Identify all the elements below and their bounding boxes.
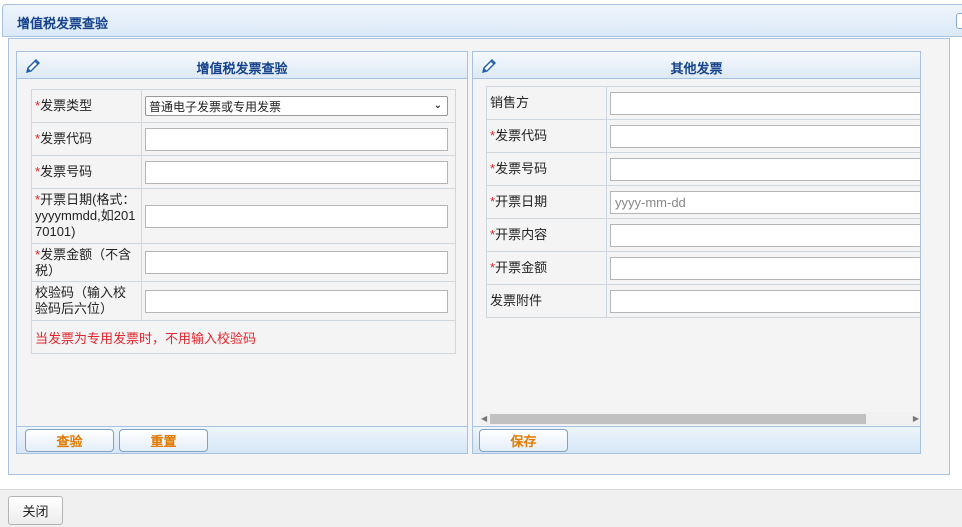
other-issue-date-input[interactable] [610,190,920,214]
form-row: *发票代码 [486,119,920,153]
invoice-number-input[interactable] [145,160,448,184]
field-label: *发票代码 [31,122,142,156]
other-form-table: 销售方 *发票代码 *发票号码 *开票日期 *开票内容 *开票金额 [486,86,920,318]
seller-input[interactable] [610,91,920,115]
invoice-type-value: 普通电子发票或专用发票 [149,99,282,114]
window-title: 增值税发票查验 [17,16,109,31]
field-label: *发票号码 [31,155,142,189]
scrollbar-thumb[interactable] [490,414,866,424]
invoice-amount-label: 开票金额 [495,260,548,275]
field-label: 销售方 [486,86,607,120]
field-label: *开票日期(格式：yyyymmdd,如20170101) [31,188,142,244]
window-tool-button[interactable] [956,13,962,29]
form-row: 校验码（输入校验码后六位） [31,281,456,321]
form-row: *发票号码 [31,155,456,189]
panel-header: 其他发票 [473,52,920,79]
close-button[interactable]: 关闭 [8,496,63,525]
window-titlebar: 增值税发票查验 [2,4,962,37]
field-label: *开票内容 [486,218,607,252]
form-row: 销售方 [486,86,920,120]
field-cell [141,188,456,244]
field-cell [606,152,920,186]
panel-title: 其他发票 [670,61,723,76]
field-label: *开票金额 [486,251,607,285]
other-invoice-panel: 其他发票 销售方 *发票代码 *发票号码 *开票日期 *开票内容 [472,51,921,454]
form-row: *开票内容 [486,218,920,252]
field-label: 发票附件 [486,284,607,318]
field-cell [606,185,920,219]
issue-date-label: 开票日期 [495,194,548,209]
invoice-amount-input[interactable] [145,251,448,274]
field-cell [606,218,920,252]
form-row: *发票类型 普通电子发票或专用发票 ⌄ [31,89,456,123]
check-button[interactable]: 查验 [25,429,114,452]
panel-footer: 保存 [473,426,920,453]
field-label: *发票号码 [486,152,607,186]
form-row: *开票金额 [486,251,920,285]
vat-invoice-panel: 增值税发票查验 *发票类型 普通电子发票或专用发票 ⌄ *发票代码 *发票号码 [16,51,468,454]
field-cell [141,281,456,321]
field-cell: 普通电子发票或专用发票 ⌄ [141,89,456,123]
field-label: *发票代码 [486,119,607,153]
attachment-input[interactable] [610,289,920,313]
invoice-code-label: 发票代码 [40,131,93,146]
save-button[interactable]: 保存 [479,429,568,452]
field-cell [141,122,456,156]
form-row: 发票附件 [486,284,920,318]
field-label: *发票类型 [31,89,142,123]
form-row: *开票日期 [486,185,920,219]
invoice-content-input[interactable] [610,223,920,247]
chevron-down-icon: ⌄ [433,100,442,111]
field-label: *开票日期 [486,185,607,219]
issue-date-label: 开票日期(格式：yyyymmdd,如20170101) [35,192,136,239]
panel-footer: 查验 重置 [17,426,467,453]
invoice-content-label: 开票内容 [495,227,548,242]
form-row: *发票代码 [31,122,456,156]
horizontal-scrollbar[interactable]: ◀ ▶ [480,412,920,425]
form-row: *发票金额（不含税） [31,243,456,282]
field-cell [606,251,920,285]
field-cell [606,86,920,120]
invoice-type-label: 发票类型 [40,98,93,113]
invoice-number-label: 发票号码 [495,161,548,176]
form-row: *开票日期(格式：yyyymmdd,如20170101) [31,188,456,244]
field-cell [141,155,456,189]
form-row: *发票号码 [486,152,920,186]
attachment-label: 发票附件 [490,293,543,308]
panel-title: 增值税发票查验 [196,61,288,76]
check-code-label: 校验码（输入校验码后六位） [35,285,127,316]
invoice-type-select[interactable]: 普通电子发票或专用发票 ⌄ [145,96,448,116]
invoice-amount-label: 发票金额（不含税） [35,246,132,278]
bottom-bar: 关闭 [0,489,962,527]
field-cell [606,284,920,318]
invoice-code-label: 发票代码 [495,128,548,143]
field-cell [606,119,920,153]
invoice-code-input[interactable] [145,127,448,151]
arrow-left-icon[interactable]: ◀ [481,413,487,424]
main-frame: 增值税发票查验 *发票类型 普通电子发票或专用发票 ⌄ *发票代码 *发票号码 [8,38,950,475]
panel-header: 增值税发票查验 [17,52,467,79]
check-code-input[interactable] [145,289,448,313]
invoice-number-label: 发票号码 [40,164,93,179]
other-invoice-code-input[interactable] [610,124,920,148]
issue-date-input[interactable] [145,204,448,228]
field-label: *发票金额（不含税） [31,243,142,282]
reset-button[interactable]: 重置 [119,429,208,452]
form-row: 当发票为专用发票时，不用输入校验码 [31,320,456,354]
seller-label: 销售方 [490,95,530,110]
arrow-right-icon[interactable]: ▶ [913,413,919,424]
field-label: 校验码（输入校验码后六位） [31,281,142,321]
vat-form-table: *发票类型 普通电子发票或专用发票 ⌄ *发票代码 *发票号码 *开票日期(格式… [31,89,456,354]
field-cell [141,243,456,282]
other-invoice-amount-input[interactable] [610,256,920,280]
other-invoice-number-input[interactable] [610,157,920,181]
special-invoice-note: 当发票为专用发票时，不用输入校验码 [31,320,456,354]
